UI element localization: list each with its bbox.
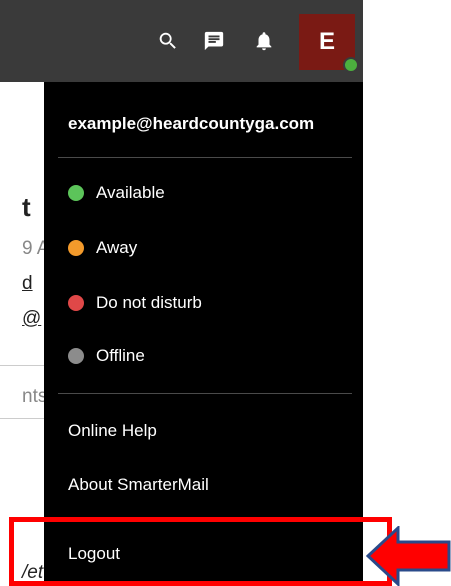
avatar-letter: E	[318, 28, 335, 55]
top-bar: E	[0, 0, 363, 82]
chat-icon[interactable]	[201, 28, 227, 54]
background-divider	[0, 418, 44, 419]
status-available[interactable]: Available	[68, 178, 165, 208]
status-dot-icon	[68, 240, 84, 256]
background-link-fragment[interactable]: d	[22, 273, 33, 295]
menu-divider	[58, 157, 352, 158]
status-label: Available	[96, 183, 165, 202]
status-do-not-disturb[interactable]: Do not disturb	[68, 288, 202, 318]
status-label: Offline	[96, 346, 145, 365]
status-label: Away	[96, 238, 138, 257]
about-smartermail-link[interactable]: About SmarterMail	[68, 475, 209, 495]
bell-icon[interactable]	[251, 28, 277, 54]
user-email: example@heardcountyga.com	[68, 114, 315, 133]
background-heading-fragment: t	[22, 192, 31, 222]
search-icon[interactable]	[155, 28, 181, 54]
online-help-link[interactable]: Online Help	[68, 421, 157, 441]
menu-divider	[58, 393, 352, 394]
online-status-indicator	[343, 57, 359, 73]
status-dot-icon	[68, 348, 84, 364]
pointer-arrow-icon	[366, 526, 451, 586]
status-away[interactable]: Away	[68, 233, 137, 263]
logout-highlight-box	[9, 517, 392, 586]
status-dot-icon	[68, 185, 84, 201]
status-label: Do not disturb	[96, 293, 202, 312]
user-dropdown-menu: example@heardcountyga.com Available Away…	[44, 82, 363, 586]
background-divider	[0, 365, 44, 366]
status-offline[interactable]: Offline	[68, 341, 145, 371]
status-dot-icon	[68, 295, 84, 311]
background-email-fragment[interactable]: @	[22, 308, 41, 330]
